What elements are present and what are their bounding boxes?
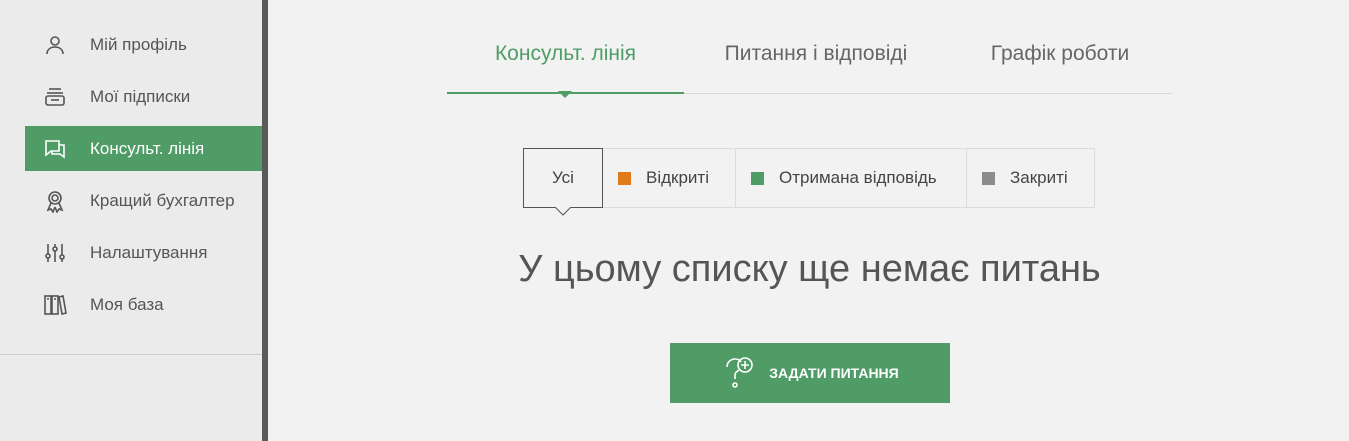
sidebar-item-subscriptions[interactable]: Мої підписки [25, 74, 262, 119]
sidebar-item-my-base[interactable]: Моя база [25, 282, 262, 327]
active-tab-caret [558, 91, 572, 98]
filter-label: Закриті [1010, 168, 1068, 187]
filter-label: Отримана відповідь [779, 168, 937, 187]
sidebar-item-label: Налаштування [90, 242, 208, 262]
sidebar-item-label: Консульт. лінія [90, 138, 205, 158]
sidebar-item-consult-line[interactable]: Консульт. лінія [25, 126, 262, 171]
tab-label: Консульт. лінія [494, 42, 637, 65]
sidebar-item-best-accountant[interactable]: Кращий бухгалтер [25, 178, 262, 223]
question-plus-icon [721, 353, 757, 393]
selected-filter-caret [555, 207, 571, 216]
filter-closed[interactable]: Закриті [967, 148, 1095, 208]
open-status-square [618, 171, 631, 185]
tab-label: Питання і відповіді [724, 42, 908, 65]
filter-label: Усі [552, 168, 574, 187]
sidebar-item-label: Мої підписки [90, 86, 191, 106]
sidebar-item-label: Моя база [90, 294, 164, 314]
sliders-icon [43, 241, 67, 265]
sidebar-item-label: Мій профіль [90, 34, 187, 54]
sidebar-border [262, 0, 268, 441]
subscriptions-icon [43, 85, 67, 109]
sidebar-item-settings[interactable]: Налаштування [25, 230, 262, 275]
books-icon [43, 293, 67, 317]
award-icon [43, 189, 67, 213]
chat-icon [43, 137, 67, 161]
tab-label: Графік роботи [990, 42, 1130, 65]
sidebar-divider-line [0, 354, 262, 355]
tab-consult-line[interactable]: Консульт. лінія [447, 28, 684, 94]
filter-label: Відкриті [646, 168, 709, 187]
tab-schedule[interactable]: Графік роботи [960, 28, 1160, 94]
status-filter-bar: Усі Відкриті Отримана відповідь Закриті [523, 148, 1095, 208]
answered-status-square [751, 171, 764, 185]
sidebar: Мій профіль Мої підписки Консульт. лінія… [0, 0, 262, 441]
filter-open[interactable]: Відкриті [603, 148, 736, 208]
closed-status-square [982, 171, 995, 185]
filter-answered[interactable]: Отримана відповідь [736, 148, 967, 208]
tab-questions-answers[interactable]: Питання і відповіді [700, 28, 932, 94]
ask-question-label: ЗАДАТИ ПИТАННЯ [769, 365, 899, 381]
ask-question-button[interactable]: ЗАДАТИ ПИТАННЯ [670, 343, 950, 403]
empty-list-message: У цьому списку ще немає питань [518, 248, 1101, 290]
sidebar-item-label: Кращий бухгалтер [90, 190, 235, 210]
filter-all[interactable]: Усі [523, 148, 603, 208]
user-icon [43, 33, 67, 57]
sidebar-item-profile[interactable]: Мій профіль [25, 22, 262, 67]
